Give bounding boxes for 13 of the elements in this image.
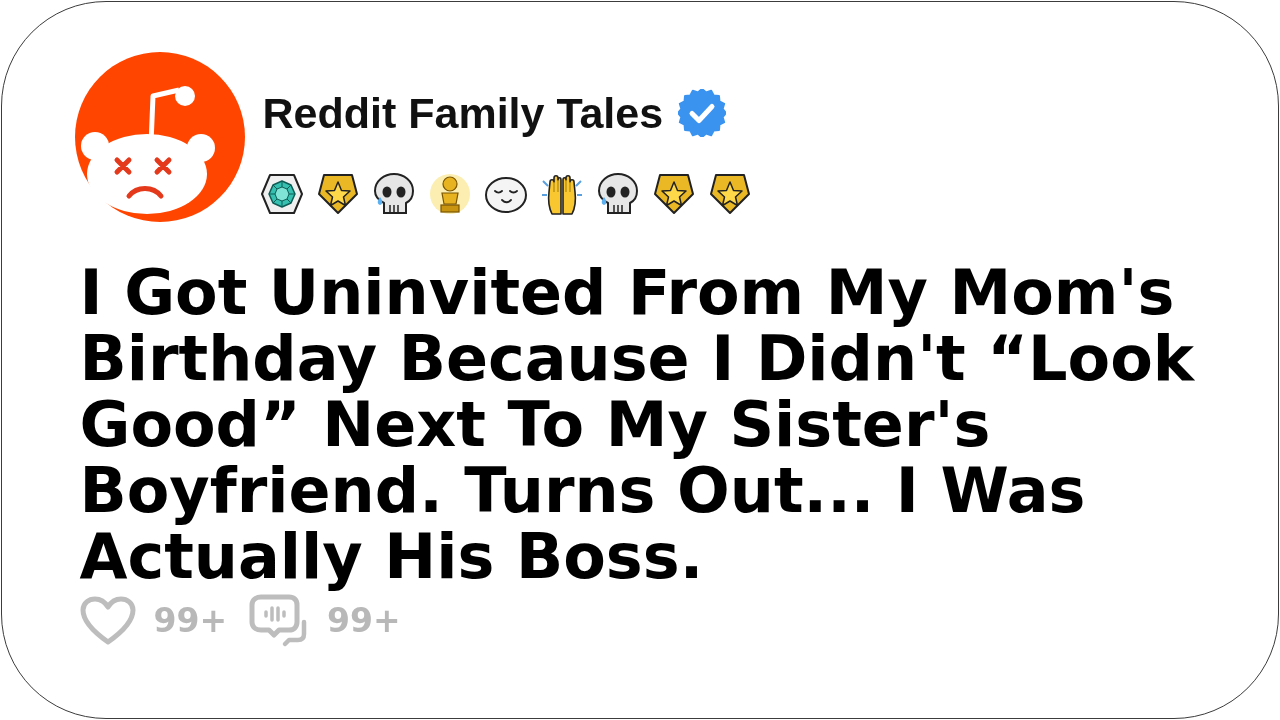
like-count: 99+ — [153, 600, 228, 641]
gem-badge-icon — [259, 171, 304, 216]
post-title: I Got Uninvited From My Mom's Birthday Because I Didn't “Look Good” Next To My Sister's Boyfriend. Turns Out... I Was Actually His Boss. — [79, 259, 1196, 590]
star-badge-icon — [315, 171, 360, 216]
star-badge-icon — [651, 171, 696, 216]
skull-icon — [371, 171, 416, 216]
channel-name: Reddit Family Tales — [262, 87, 664, 138]
comment-count: 99+ — [327, 600, 401, 641]
skull-icon — [595, 171, 640, 216]
star-badge-icon — [707, 171, 752, 216]
avatar-icon — [74, 51, 245, 222]
statue-icon — [427, 171, 472, 216]
heart-icon[interactable] — [79, 595, 136, 646]
